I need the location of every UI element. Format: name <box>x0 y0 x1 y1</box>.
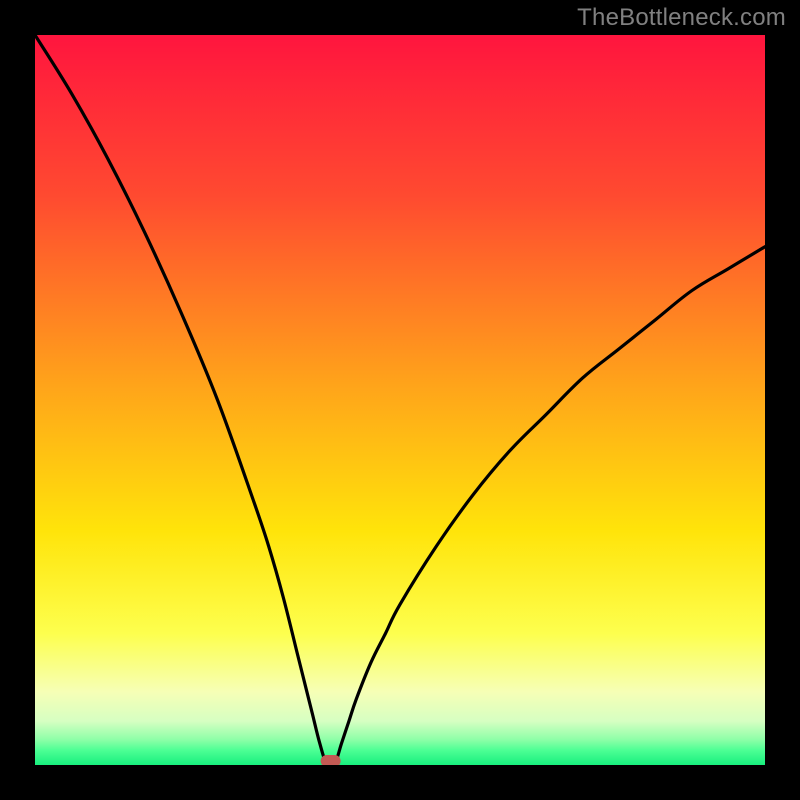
optimum-marker <box>321 755 341 765</box>
bottleneck-chart-svg <box>35 35 765 765</box>
gradient-background <box>35 35 765 765</box>
plot-area <box>35 35 765 765</box>
watermark-label: TheBottleneck.com <box>577 4 786 32</box>
chart-frame: TheBottleneck.com <box>0 0 800 800</box>
